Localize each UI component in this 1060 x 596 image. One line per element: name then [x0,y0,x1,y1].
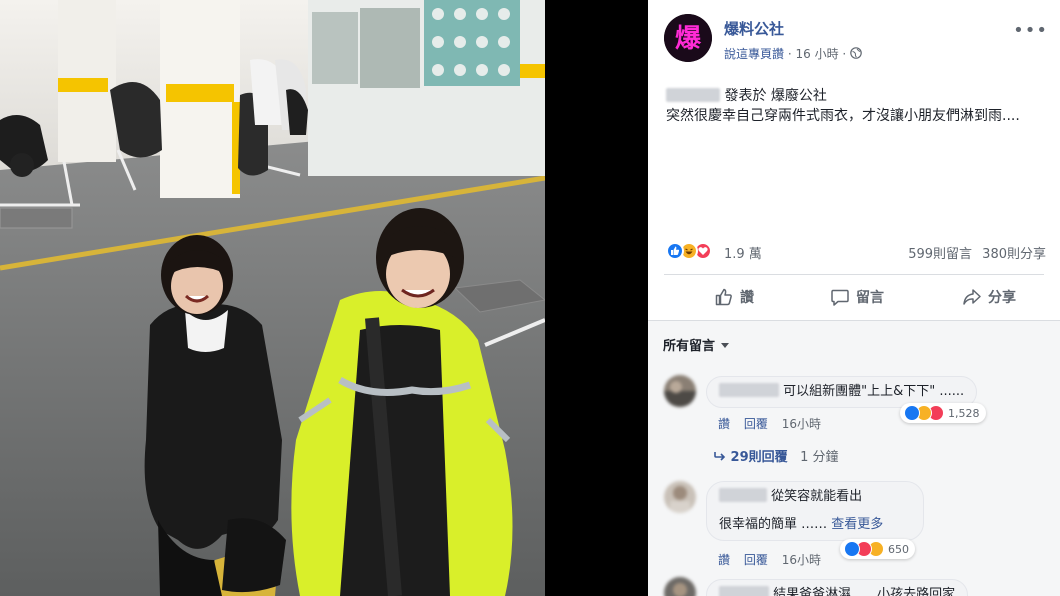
comment-button[interactable]: 留言 [830,278,884,316]
globe-icon [850,47,862,59]
comment-text-line2: 很幸福的簡單 …… [719,517,828,532]
like-mini-icon [904,405,920,421]
reactions-summary[interactable]: 1.9 萬 599則留言 380則分享 [666,242,1046,262]
comment-text-line1: 從笑容就能看出 [771,489,863,504]
comment-count[interactable]: 599則留言 [908,247,972,262]
like-mini-icon [844,541,860,557]
comment-bubble: 從笑容就能看出 很幸福的簡單 …… 查看更多 [706,481,924,541]
more-options-icon[interactable]: ••• [1013,20,1048,41]
photo-viewer [0,0,648,596]
see-more-link[interactable]: 查看更多 [831,517,883,532]
comment-reply-link[interactable]: 回覆 [744,417,768,431]
comment-time[interactable]: 16小時 [782,417,821,431]
commenter-avatar[interactable] [664,375,696,407]
share-count[interactable]: 380則分享 [982,247,1046,262]
avatar-glyph: 爆 [675,24,702,54]
comment-icon [831,289,849,306]
blurred-commenter [719,488,767,502]
comment-sort-dropdown[interactable]: 所有留言 [663,335,730,354]
comments-section: 所有留言 可以組新團體"上上&下下" ...... 1,528 讚 回覆 16小… [648,320,1060,596]
photo-illustration [0,0,545,596]
reaction-count[interactable]: 1.9 萬 [724,243,762,262]
like-label: 讚 [740,290,754,306]
commenter-avatar[interactable] [664,577,696,596]
comment-reactions[interactable]: 1,528 [900,403,986,423]
post-panel: 爆 爆料公社 說這專頁讚 · 16 小時 · ••• 發表於 爆廢公社 突然很慶… [648,0,1060,596]
post-actions: 讚 留言 分享 [664,278,1044,316]
thumbs-up-icon [715,288,732,306]
reply-arrow-icon [714,452,726,461]
post-message: 突然很慶幸自己穿兩件式雨衣，才沒讓小朋友們淋到雨.... [666,108,1020,124]
share-icon [963,289,981,305]
comment-reaction-count: 1,528 [948,406,980,420]
comment-time[interactable]: 16小時 [782,553,821,567]
post-time[interactable]: 16 小時 [796,47,839,61]
sort-label: 所有留言 [663,339,716,354]
blurred-commenter [719,586,769,596]
blurred-commenter [719,383,779,397]
comment-actions: 讚 回覆 16小時 [718,415,821,432]
like-reaction-icon [666,242,684,260]
meta-separator: · [787,47,792,61]
post-meta: 說這專頁讚 · 16 小時 · [724,45,862,62]
comment-reply-link[interactable]: 回覆 [744,553,768,567]
comment-text: 可以組新團體"上上&下下" ...... [783,384,965,399]
caret-down-icon [721,343,730,348]
comment-bubble: 結果爸爸淋濕……小孩去路回家 [706,579,969,596]
divider [664,274,1044,275]
comment-label: 留言 [856,290,884,306]
view-replies-link[interactable]: 29則回覆 1 分鐘 [714,446,839,465]
meta-separator-2: · [842,47,847,61]
shared-in-group: 發表於 爆廢公社 [724,88,827,104]
comment-like-link[interactable]: 讚 [718,417,730,431]
post-text: 發表於 爆廢公社 突然很慶幸自己穿兩件式雨衣，才沒讓小朋友們淋到雨.... [666,86,1046,126]
post-header: 爆 爆料公社 說這專頁讚 · 16 小時 · ••• [664,14,1048,64]
like-button[interactable]: 讚 [714,278,754,316]
like-page-link[interactable]: 說這專頁讚 [724,47,784,61]
page-name-link[interactable]: 爆料公社 [724,18,784,39]
comment-actions: 讚 回覆 16小時 [718,551,821,568]
comment-like-link[interactable]: 讚 [718,553,730,567]
replies-label: 29則回覆 [730,450,788,465]
post-photo[interactable] [0,0,545,596]
engagement-counts: 599則留言 380則分享 [908,243,1046,262]
blurred-author [666,88,720,102]
comment-reactions[interactable]: 650 [840,539,915,559]
commenter-avatar[interactable] [664,481,696,513]
replies-time: 1 分鐘 [800,450,839,465]
comment-text: 結果爸爸淋濕……小孩去路回家 [773,587,956,596]
share-button[interactable]: 分享 [962,278,1016,316]
comment-reaction-count: 650 [888,542,909,556]
page-avatar[interactable]: 爆 [664,14,712,62]
share-label: 分享 [988,290,1016,306]
